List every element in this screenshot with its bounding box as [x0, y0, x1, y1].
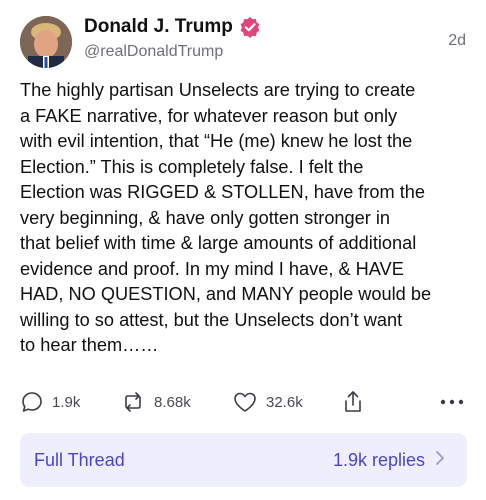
repost-button[interactable]: 8.68k — [120, 388, 191, 416]
reply-count: 1.9k — [52, 393, 81, 411]
author-name[interactable]: Donald J. Trump — [84, 16, 233, 38]
reply-icon — [20, 390, 44, 414]
post-header: Donald J. Trump @realDonaldTrump 2d — [20, 12, 466, 72]
author-handle[interactable]: @realDonaldTrump — [84, 43, 223, 61]
like-button[interactable]: 32.6k — [232, 388, 303, 416]
post-timestamp: 2d — [448, 32, 466, 49]
more-button[interactable] — [440, 388, 464, 416]
like-count: 32.6k — [266, 393, 303, 411]
repost-count: 8.68k — [154, 393, 191, 411]
action-bar: 1.9k 8.68k 32.6k — [20, 388, 466, 416]
avatar[interactable] — [20, 16, 72, 68]
verified-icon — [239, 16, 261, 38]
chevron-right-icon — [435, 450, 445, 471]
replies-link[interactable]: 1.9k replies — [333, 450, 445, 471]
post-body: The highly partisan Unselects are trying… — [20, 80, 432, 355]
full-thread-bar[interactable]: Full Thread 1.9k replies — [20, 433, 467, 487]
like-icon — [232, 390, 258, 414]
replies-count-label: 1.9k replies — [332, 449, 425, 470]
repost-icon — [120, 390, 146, 414]
more-icon — [440, 398, 464, 406]
full-thread-label[interactable]: Full Thread — [34, 450, 125, 471]
share-button[interactable] — [342, 388, 364, 416]
share-icon — [342, 389, 364, 415]
reply-button[interactable]: 1.9k — [20, 388, 80, 416]
